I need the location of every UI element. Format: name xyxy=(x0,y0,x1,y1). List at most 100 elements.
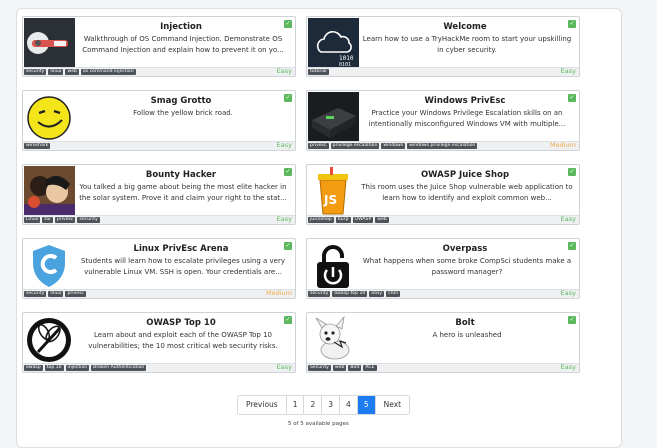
difficulty-label: Easy xyxy=(560,67,576,75)
room-title: Bounty Hacker xyxy=(145,170,217,180)
room-description: Learn about and exploit each of the OWAS… xyxy=(88,331,278,350)
room-tag[interactable]: top 10 xyxy=(44,365,64,371)
room-tag[interactable]: cron xyxy=(386,291,401,297)
room-tag[interactable]: linux xyxy=(48,291,64,297)
difficulty-label: Medium xyxy=(550,141,576,149)
room-tag[interactable]: owasp top 10 xyxy=(332,291,368,297)
room-card-smag-grotto[interactable]: Smag Grotto Follow the yellow brick road… xyxy=(22,90,296,151)
page-button-2[interactable]: 2 xyxy=(304,396,323,414)
room-title: Windows PrivEsc xyxy=(424,96,506,106)
room-tag[interactable]: web xyxy=(332,365,347,371)
completed-check-icon: ✓ xyxy=(568,20,576,28)
room-description: Practice your Windows Privilege Escalati… xyxy=(368,109,566,128)
page-count-info: 5 of 5 available pages xyxy=(288,421,349,427)
room-card-bolt[interactable]: Bolt A hero is unleashed ✓ Security web … xyxy=(306,312,580,373)
room-tag[interactable]: privesc xyxy=(308,143,329,149)
room-tag[interactable]: injection xyxy=(65,365,90,371)
room-tag[interactable]: windows privilege escalation xyxy=(407,143,478,149)
room-title: Bolt xyxy=(455,318,475,328)
room-title: Smag Grotto xyxy=(150,96,212,106)
room-tag[interactable]: Linux xyxy=(24,217,41,223)
room-tag[interactable]: privesc xyxy=(65,291,86,297)
page-button-1[interactable]: 1 xyxy=(287,396,305,414)
room-footer: tutorial Easy xyxy=(307,67,579,76)
room-footer: security owasp top 10 easy cron Easy xyxy=(307,289,579,298)
white-dog-icon xyxy=(308,314,359,365)
cloud-binary-icon: 1010 0101 xyxy=(308,18,359,69)
room-tag[interactable]: security xyxy=(24,69,47,75)
room-tag[interactable]: linux xyxy=(48,69,64,75)
room-description: Walkthrough of OS Command Injection. Dem… xyxy=(82,35,284,54)
room-tag[interactable]: burp xyxy=(335,217,351,223)
room-footer: owasp top 10 injection Broken Authentica… xyxy=(23,363,295,372)
room-card-bounty-hacker[interactable]: Bounty Hacker You talked a big game abou… xyxy=(22,164,296,225)
room-tag[interactable]: RCE xyxy=(363,365,377,371)
room-title: Linux PrivEsc Arena xyxy=(133,244,229,254)
room-footer: security linux web os command injection … xyxy=(23,67,295,76)
room-title: Injection xyxy=(160,22,202,32)
room-footer: juiceshop burp OWASP web Easy xyxy=(307,215,579,224)
difficulty-label: Easy xyxy=(560,215,576,223)
difficulty-label: Medium xyxy=(266,289,292,297)
room-footer: Linux tar privesc security Easy xyxy=(23,215,295,224)
room-card-welcome[interactable]: 1010 0101 Welcome Learn how to use a TryH… xyxy=(306,16,580,77)
room-tag[interactable]: tutorial xyxy=(308,69,329,75)
page-button-5-current[interactable]: 5 xyxy=(357,396,376,414)
room-tag[interactable]: security xyxy=(24,291,47,297)
completed-check-icon: ✓ xyxy=(568,242,576,250)
difficulty-label: Easy xyxy=(560,363,576,371)
room-description: A hero is unleashed xyxy=(432,331,502,339)
room-footer: wireshark Easy xyxy=(23,141,295,150)
pagination: Previous 1 2 3 4 5 Next xyxy=(237,395,411,415)
room-tag[interactable]: os command injection xyxy=(80,69,136,75)
room-description: Learn how to use a TryHackMe room to sta… xyxy=(362,35,572,54)
difficulty-label: Easy xyxy=(560,289,576,297)
room-card-injection[interactable]: Injection Walkthrough of OS Command Inje… xyxy=(22,16,296,77)
room-description: Students will learn how to escalate priv… xyxy=(80,257,286,276)
room-tag[interactable]: web xyxy=(375,217,389,223)
room-footer: Security web Bolt RCE Easy xyxy=(307,363,579,372)
room-tag[interactable]: Broken Authentication xyxy=(91,365,147,371)
difficulty-label: Easy xyxy=(276,215,292,223)
juice-shop-icon: JS xyxy=(308,166,359,217)
room-tag[interactable]: privilege escalation xyxy=(330,143,380,149)
room-title: OWASP Top 10 xyxy=(146,318,216,328)
room-footer: privesc privilege escalation windows win… xyxy=(307,141,579,150)
room-tag[interactable]: security xyxy=(308,291,331,297)
room-tag[interactable]: Bolt xyxy=(348,365,362,371)
completed-check-icon: ✓ xyxy=(568,94,576,102)
shield-c-icon xyxy=(24,240,75,291)
room-tag[interactable]: tar xyxy=(42,217,53,223)
room-tag[interactable]: Security xyxy=(308,365,331,371)
room-card-windows-privesc[interactable]: Windows PrivEsc Practice your Windows Pr… xyxy=(306,90,580,151)
svg-text:JS: JS xyxy=(323,193,337,207)
room-tag[interactable]: owasp xyxy=(24,365,43,371)
svg-text:1010: 1010 xyxy=(339,55,354,62)
room-card-owasp-top-10[interactable]: OWASP Top 10 Learn about and exploit eac… xyxy=(22,312,296,373)
room-tag[interactable]: wireshark xyxy=(24,143,51,149)
completed-check-icon: ✓ xyxy=(284,242,292,250)
anime-crew-icon xyxy=(24,166,75,217)
room-description: This room uses the Juice Shop vulnerable… xyxy=(361,183,573,202)
next-page-button[interactable]: Next xyxy=(376,396,409,414)
room-card-overpass[interactable]: Overpass What happens when some broke Co… xyxy=(306,238,580,299)
room-card-linux-privesc-arena[interactable]: Linux PrivEsc Arena Students will learn … xyxy=(22,238,296,299)
room-card-owasp-juice-shop[interactable]: JS OWASP Juice Shop This room uses the J… xyxy=(306,164,580,225)
server-box-icon xyxy=(308,92,359,143)
smiley-face-icon xyxy=(24,92,75,143)
room-tag[interactable]: OWASP xyxy=(352,217,374,223)
room-tag[interactable]: web xyxy=(65,69,79,75)
page-button-4[interactable]: 4 xyxy=(340,396,358,414)
room-tag[interactable]: juiceshop xyxy=(308,217,334,223)
room-tag[interactable]: privesc xyxy=(54,217,76,223)
page-button-3[interactable]: 3 xyxy=(322,396,341,414)
owasp-wasp-icon xyxy=(24,314,75,365)
previous-page-button[interactable]: Previous xyxy=(238,396,287,414)
room-tag[interactable]: security xyxy=(77,217,100,223)
room-tag[interactable]: easy xyxy=(369,291,385,297)
completed-check-icon: ✓ xyxy=(284,20,292,28)
room-footer: security linux privesc Medium xyxy=(23,289,295,298)
room-description: You talked a big game about being the mo… xyxy=(79,183,287,202)
completed-check-icon: ✓ xyxy=(284,94,292,102)
room-tag[interactable]: windows xyxy=(381,143,406,149)
